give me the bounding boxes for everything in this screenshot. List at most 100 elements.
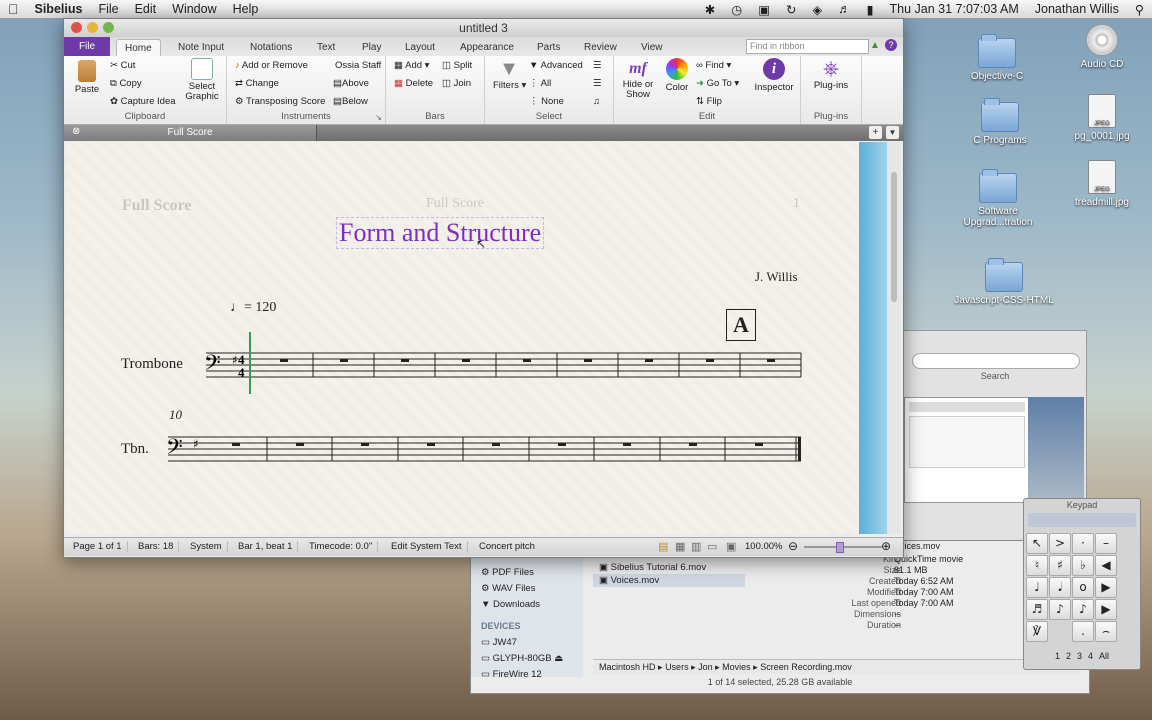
view-mode-icon[interactable]: ▤: [658, 540, 668, 553]
cut-button[interactable]: ✂ Cut: [110, 60, 135, 71]
half-note-icon[interactable]: 𝅘𝅥: [1049, 577, 1071, 598]
tab-file[interactable]: File: [64, 37, 110, 56]
zoom-slider[interactable]: [804, 542, 882, 553]
join-bar-button[interactable]: ◫ Join: [442, 78, 471, 89]
change-instrument-button[interactable]: ⇄ Change: [235, 78, 279, 89]
tab-parts[interactable]: Parts: [535, 39, 562, 56]
sidebar-device-firewire[interactable]: ▭ FireWire 12: [481, 669, 542, 677]
select-passage-icon[interactable]: ♫: [593, 96, 600, 107]
play-icon[interactable]: ▶: [1095, 577, 1117, 598]
tab-menu-icon[interactable]: ▼: [886, 126, 899, 139]
menu-file[interactable]: File: [90, 2, 126, 16]
keypad-accent-button[interactable]: >: [1049, 533, 1071, 554]
zoom-in-icon[interactable]: ⊕: [881, 539, 891, 553]
find-button[interactable]: ∞ Find ▾: [696, 60, 731, 71]
sidebar-item-pdf-files[interactable]: ⚙ PDF Files: [481, 567, 534, 578]
eject-icon[interactable]: ⏏: [554, 653, 563, 664]
sharp-icon[interactable]: ♯: [1049, 555, 1071, 576]
help-icon[interactable]: ?: [885, 39, 897, 51]
ossia-below-button[interactable]: ▤Below: [333, 96, 368, 107]
desktop-folder-software-upgrade[interactable]: Software Upgrad...tration: [943, 169, 1053, 228]
add-bar-button[interactable]: ▦ Add ▾: [394, 60, 429, 71]
eighth-note-alt-icon[interactable]: ♪: [1072, 599, 1094, 620]
menu-help[interactable]: Help: [225, 2, 267, 16]
sidebar-item-wav-files[interactable]: ⚙ WAV Files: [481, 583, 535, 594]
sidebar-device-jw47[interactable]: ▭ JW47: [481, 637, 517, 648]
volume-icon[interactable]: ♬: [830, 2, 859, 16]
keypad-staccato-button[interactable]: ·: [1072, 533, 1094, 554]
desktop-file-pg0001[interactable]: JPEG pg_0001.jpg: [1047, 94, 1152, 142]
keypad-tab-2[interactable]: 2: [1066, 651, 1071, 661]
file-row-voices[interactable]: ▣ Voices.mov: [593, 574, 745, 587]
paste-button[interactable]: Paste: [72, 60, 102, 95]
add-tab-button[interactable]: +: [869, 126, 882, 139]
tab-notations[interactable]: Notations: [248, 39, 294, 56]
path-movies[interactable]: Movies: [722, 662, 751, 672]
menu-clock[interactable]: Thu Jan 31 7:07:03 AM: [882, 2, 1027, 16]
menu-edit[interactable]: Edit: [127, 2, 165, 16]
path-macintosh-hd[interactable]: Macintosh HD: [599, 662, 656, 672]
ossia-above-button[interactable]: ▤Above: [333, 78, 369, 89]
dialog-launcher-icon[interactable]: ↘: [375, 113, 382, 122]
view-mode-alt-icon[interactable]: ▦: [675, 540, 685, 553]
wifi-icon[interactable]: ◈: [804, 2, 830, 17]
zoom-out-icon[interactable]: ⊖: [788, 539, 798, 553]
status-concert-pitch[interactable]: Concert pitch: [474, 541, 540, 552]
focus-icon[interactable]: ▣: [726, 540, 736, 553]
tab-note-input[interactable]: Note Input: [176, 39, 226, 56]
select-system-icon[interactable]: ☰: [593, 78, 602, 89]
desktop-folder-objective-c[interactable]: Objective-C: [942, 34, 1052, 82]
score-page[interactable]: Full Score Full Score 1 Form and Structu…: [66, 142, 859, 534]
find-in-ribbon-input[interactable]: Find in ribbon: [746, 39, 869, 54]
flat-icon[interactable]: ♭: [1072, 555, 1094, 576]
flip-button[interactable]: ⇅ Flip: [696, 96, 722, 107]
natural-icon[interactable]: ♮: [1026, 555, 1048, 576]
rewind-icon[interactable]: ◀: [1095, 555, 1117, 576]
desktop-audio-cd[interactable]: Audio CD: [1047, 24, 1152, 70]
inspector-button[interactable]: i Inspector: [752, 58, 796, 93]
tab-view[interactable]: View: [639, 39, 665, 56]
tab-layout[interactable]: Layout: [403, 39, 437, 56]
goto-button[interactable]: ➜ Go To ▾: [696, 78, 739, 89]
forward-icon[interactable]: ▶: [1095, 599, 1117, 620]
path-file[interactable]: Screen Recording.mov: [760, 662, 852, 672]
menu-user[interactable]: Jonathan Willis: [1027, 2, 1127, 16]
file-row-sibelius-tutorial[interactable]: ▣ Sibelius Tutorial 6.mov: [593, 561, 745, 574]
battery-icon[interactable]: ▮: [859, 2, 882, 17]
menu-app-name[interactable]: Sibelius: [27, 2, 91, 16]
desktop-file-treadmill[interactable]: JPEG treadmill.jpg: [1047, 160, 1152, 208]
hide-show-button[interactable]: mf Hide or Show: [618, 58, 658, 100]
path-users[interactable]: Users: [665, 662, 689, 672]
capture-idea-button[interactable]: ✿ Capture Idea: [110, 96, 176, 107]
sidebar-device-glyph[interactable]: ▭ GLYPH-80GB ⏏: [481, 653, 563, 664]
split-bar-button[interactable]: ◫ Split: [442, 60, 472, 71]
select-none-button[interactable]: ⋮ None: [529, 96, 564, 107]
minimize-button[interactable]: [87, 22, 98, 33]
panorama-icon[interactable]: ▥: [691, 540, 701, 553]
quarter-note-icon[interactable]: ♩: [1026, 577, 1048, 598]
display-icon[interactable]: ▣: [750, 2, 778, 17]
select-more-icon[interactable]: ☰: [593, 60, 602, 71]
vertical-scrollbar[interactable]: [891, 172, 897, 302]
copy-button[interactable]: ⧉ Copy: [110, 78, 142, 89]
whole-note-icon[interactable]: o: [1072, 577, 1094, 598]
menu-window[interactable]: Window: [164, 2, 224, 16]
keypad-tab-all[interactable]: All: [1099, 651, 1109, 661]
keypad-tab-1[interactable]: 1: [1055, 651, 1060, 661]
tab-appearance[interactable]: Appearance: [458, 39, 516, 56]
desktop-folder-c-programs[interactable]: C Programs: [945, 98, 1055, 146]
tab-review[interactable]: Review: [582, 39, 619, 56]
time-machine-icon[interactable]: ◷: [723, 2, 750, 17]
select-all-button[interactable]: ⋮ All: [529, 78, 551, 89]
keypad-tab-3[interactable]: 3: [1077, 651, 1082, 661]
transposing-score-button[interactable]: ⚙ Transposing Score: [235, 96, 325, 107]
keypad-pointer-button[interactable]: ↖: [1026, 533, 1048, 554]
close-button[interactable]: [71, 22, 82, 33]
path-jon[interactable]: Jon: [698, 662, 713, 672]
filters-button[interactable]: ▼ Filters ▾: [493, 58, 526, 91]
bluetooth-icon[interactable]: ✱: [697, 2, 723, 17]
sixteenth-note-icon[interactable]: ♬: [1026, 599, 1048, 620]
zoom-button[interactable]: [103, 22, 114, 33]
search-field[interactable]: [912, 353, 1080, 369]
plugins-button[interactable]: ⎈ Plug-ins: [807, 58, 855, 91]
